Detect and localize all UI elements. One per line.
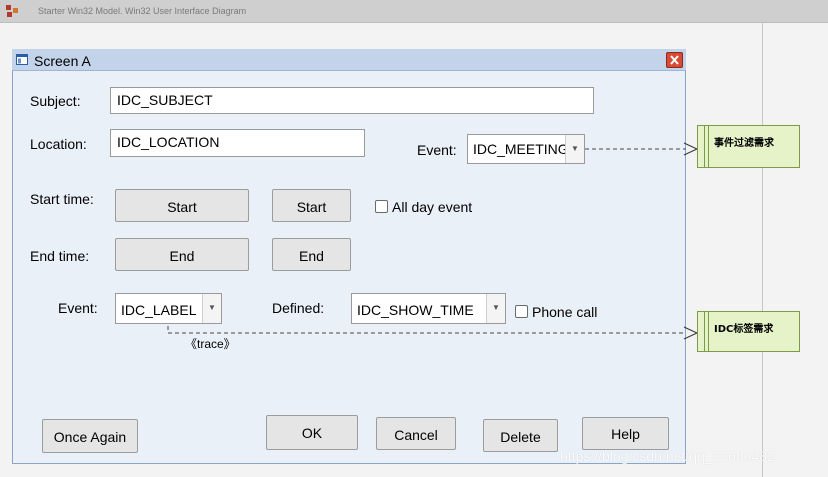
event-connector[interactable] <box>585 142 699 156</box>
help-label: Help <box>611 426 640 442</box>
note-stripe <box>708 312 709 351</box>
cancel-label: Cancel <box>394 427 438 443</box>
delete-label: Delete <box>500 429 541 445</box>
trace-label: 《trace》 <box>185 337 236 351</box>
ok-button[interactable]: OK <box>266 415 358 450</box>
requirement-note-event-filter[interactable]: 事件过滤需求 <box>697 125 800 168</box>
once-again-button[interactable]: Once Again <box>42 419 138 453</box>
trace-connector[interactable] <box>167 326 699 340</box>
note-stripe <box>708 126 709 167</box>
note-stripe <box>704 126 705 167</box>
watermark: https://blog.csdn.net/qq_33680482 <box>560 448 775 464</box>
ok-label: OK <box>301 425 323 441</box>
delete-button[interactable]: Delete <box>483 419 558 452</box>
note-text: 事件过滤需求 <box>714 138 774 149</box>
once-again-label: Once Again <box>53 429 127 445</box>
note-stripe <box>704 312 705 351</box>
note-text: IDC标签需求 <box>714 324 774 335</box>
requirement-note-idc-label[interactable]: IDC标签需求 <box>697 311 800 352</box>
connector-layer <box>167 142 699 340</box>
cancel-button[interactable]: Cancel <box>376 417 456 450</box>
help-button[interactable]: Help <box>582 417 669 450</box>
